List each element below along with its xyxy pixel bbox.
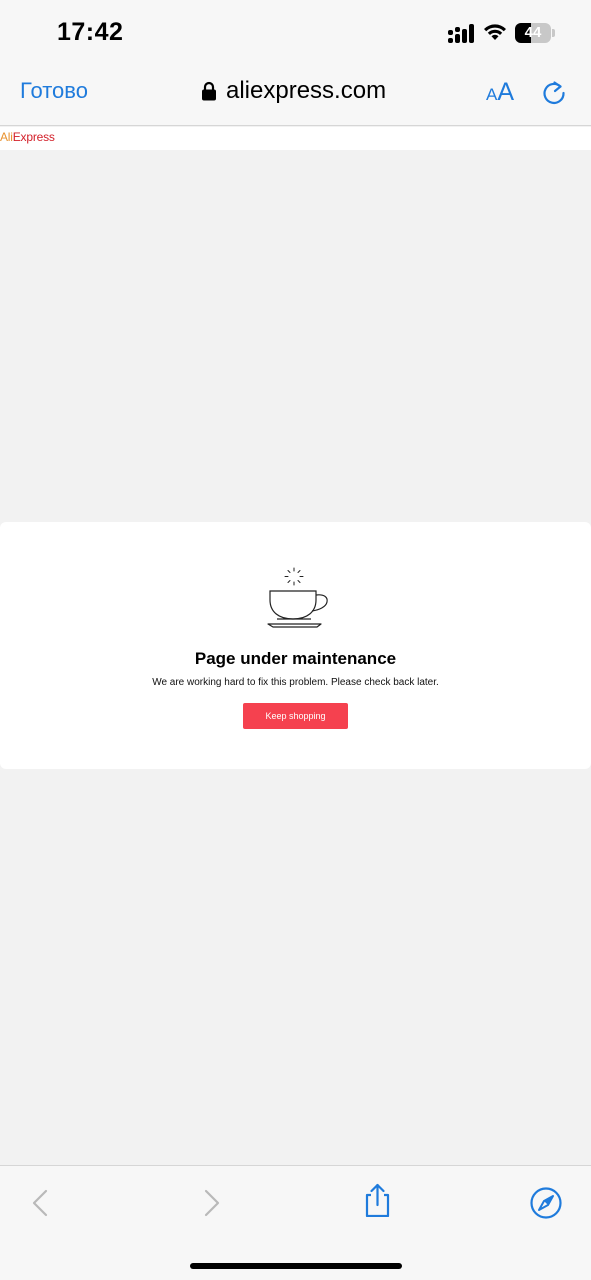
done-button[interactable]: Готово bbox=[20, 78, 88, 104]
wifi-icon bbox=[484, 24, 506, 40]
maintenance-card: Page under maintenance We are working ha… bbox=[0, 522, 591, 769]
lock-icon bbox=[202, 81, 216, 101]
site-header: AliExpress bbox=[0, 127, 591, 150]
cellular-signal-icon bbox=[448, 24, 474, 43]
status-time: 17:42 bbox=[57, 18, 124, 46]
aliexpress-logo[interactable]: AliExpress bbox=[0, 130, 55, 144]
home-indicator[interactable] bbox=[190, 1263, 402, 1269]
url-text: aliexpress.com bbox=[226, 77, 387, 104]
text-size-small-label: A bbox=[486, 85, 498, 104]
coffee-cup-icon bbox=[267, 567, 328, 628]
keep-shopping-button[interactable]: Keep shopping bbox=[243, 703, 348, 729]
logo-part-ali: Ali bbox=[0, 130, 13, 144]
browser-toolbar: Готово aliexpress.com AA bbox=[0, 64, 591, 126]
battery-level: 44 bbox=[524, 24, 542, 41]
logo-part-express: Express bbox=[12, 130, 55, 144]
status-bar: 17:42 44 bbox=[0, 0, 591, 64]
text-size-button[interactable]: AA bbox=[486, 78, 514, 107]
text-size-big-label: A bbox=[497, 78, 515, 106]
battery-cap bbox=[552, 29, 555, 37]
address-bar[interactable]: aliexpress.com bbox=[201, 76, 386, 106]
back-icon[interactable] bbox=[24, 1186, 58, 1220]
forward-icon[interactable] bbox=[194, 1186, 228, 1220]
compass-icon[interactable] bbox=[529, 1186, 563, 1220]
maintenance-message: We are working hard to fix this problem.… bbox=[152, 677, 439, 688]
bottom-toolbar bbox=[0, 1165, 591, 1280]
reload-icon[interactable] bbox=[540, 79, 568, 107]
page-title: Page under maintenance bbox=[194, 649, 397, 668]
battery-icon: 44 bbox=[515, 23, 551, 43]
share-icon[interactable] bbox=[360, 1183, 394, 1217]
